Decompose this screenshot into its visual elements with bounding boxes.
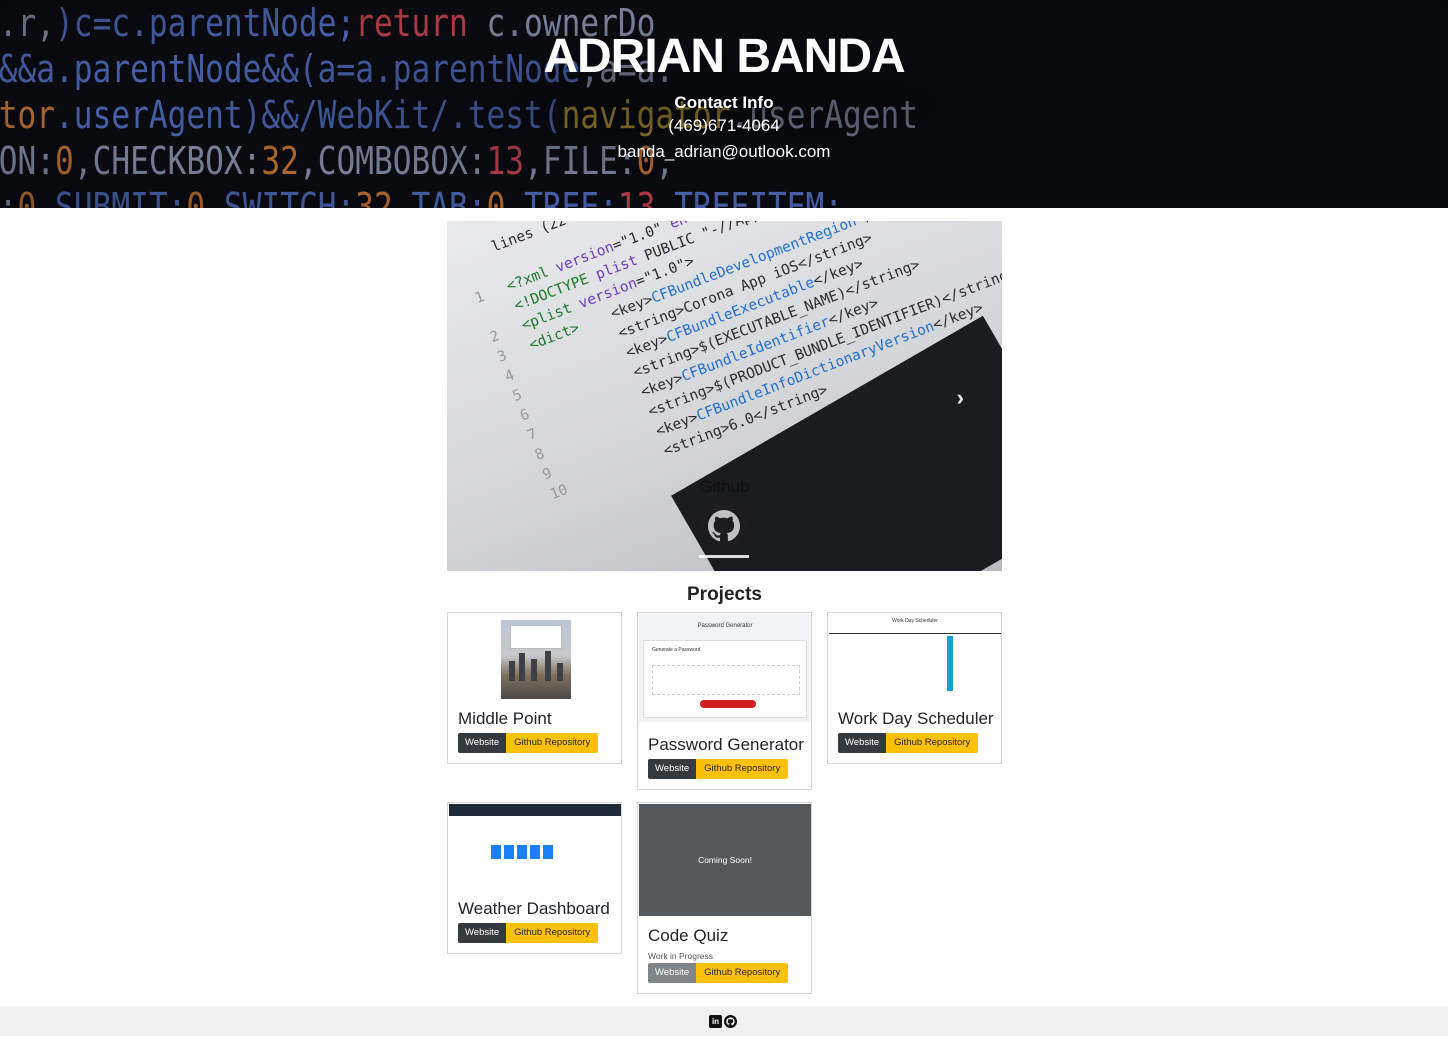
chevron-right-icon[interactable]: › <box>957 385 964 411</box>
github-repository-button[interactable]: Github Repository <box>506 923 599 943</box>
website-button[interactable]: Website <box>648 963 697 983</box>
github-repository-button[interactable]: Github Repository <box>886 733 979 753</box>
card-title: Password Generator <box>648 735 804 754</box>
card-title: Work Day Scheduler <box>838 709 994 728</box>
card-note: Work in Progress <box>648 951 714 961</box>
project-card-middle-point: Middle Point Website Github Repository <box>447 612 622 764</box>
project-thumbnail: Password Generator Generate a Password <box>639 614 811 722</box>
project-card-code-quiz: Coming Soon! Code Quiz Work in Progress … <box>637 802 812 994</box>
project-thumbnail: Work Day Scheduler <box>829 614 1001 702</box>
card-title: Weather Dashboard <box>458 899 610 918</box>
card-button-group: Website Github Repository <box>648 759 789 779</box>
website-button[interactable]: Website <box>838 733 887 753</box>
page-title: ADRIAN BANDA <box>543 30 905 83</box>
coming-soon-image: Coming Soon! <box>639 804 811 916</box>
card-button-group: Website Github Repository <box>458 733 599 753</box>
hero-text: ADRIAN BANDA Contact Info (469)671-4064 … <box>0 0 1448 165</box>
card-title: Middle Point <box>458 709 552 728</box>
card-button-group: Website Github Repository <box>458 923 599 943</box>
github-repository-button[interactable]: Github Repository <box>696 963 789 983</box>
project-card-password-generator: Password Generator Generate a Password P… <box>637 612 812 790</box>
project-card-weather-dashboard: Weather Dashboard Website Github Reposit… <box>447 802 622 954</box>
project-thumbnail <box>449 614 621 704</box>
project-card-work-day-scheduler: Work Day Scheduler Work Day Scheduler We… <box>827 612 1002 764</box>
github-repository-button[interactable]: Github Repository <box>506 733 599 753</box>
footer: in <box>0 1006 1448 1036</box>
github-icon[interactable] <box>724 1015 737 1028</box>
footer-social-links: in <box>709 1015 737 1028</box>
carousel-indicator[interactable] <box>699 555 749 558</box>
linkedin-icon[interactable]: in <box>709 1015 722 1028</box>
carousel-caption: Github <box>699 477 750 496</box>
website-button[interactable]: Website <box>458 923 507 943</box>
github-repository-button[interactable]: Github Repository <box>696 759 789 779</box>
contact-phone: (469)671-4064 <box>668 116 780 135</box>
card-title: Code Quiz <box>648 926 729 945</box>
project-thumbnail <box>449 804 621 892</box>
hero-header: a.r,)c=c.parentNode;return c.ownerDo e&&… <box>0 0 1448 208</box>
card-button-group: Website Github Repository <box>838 733 979 753</box>
carousel: lines (22 sloc) | 729 Bytes 1<?xml versi… <box>447 221 1002 571</box>
github-icon[interactable] <box>699 501 749 551</box>
website-button[interactable]: Website <box>648 759 697 779</box>
contact-heading: Contact Info <box>674 93 774 112</box>
card-button-group: Website Github Repository <box>648 963 789 983</box>
projects-heading: Projects <box>687 584 762 605</box>
contact-email: banda_adrian@outlook.com <box>617 142 831 161</box>
website-button[interactable]: Website <box>458 733 507 753</box>
